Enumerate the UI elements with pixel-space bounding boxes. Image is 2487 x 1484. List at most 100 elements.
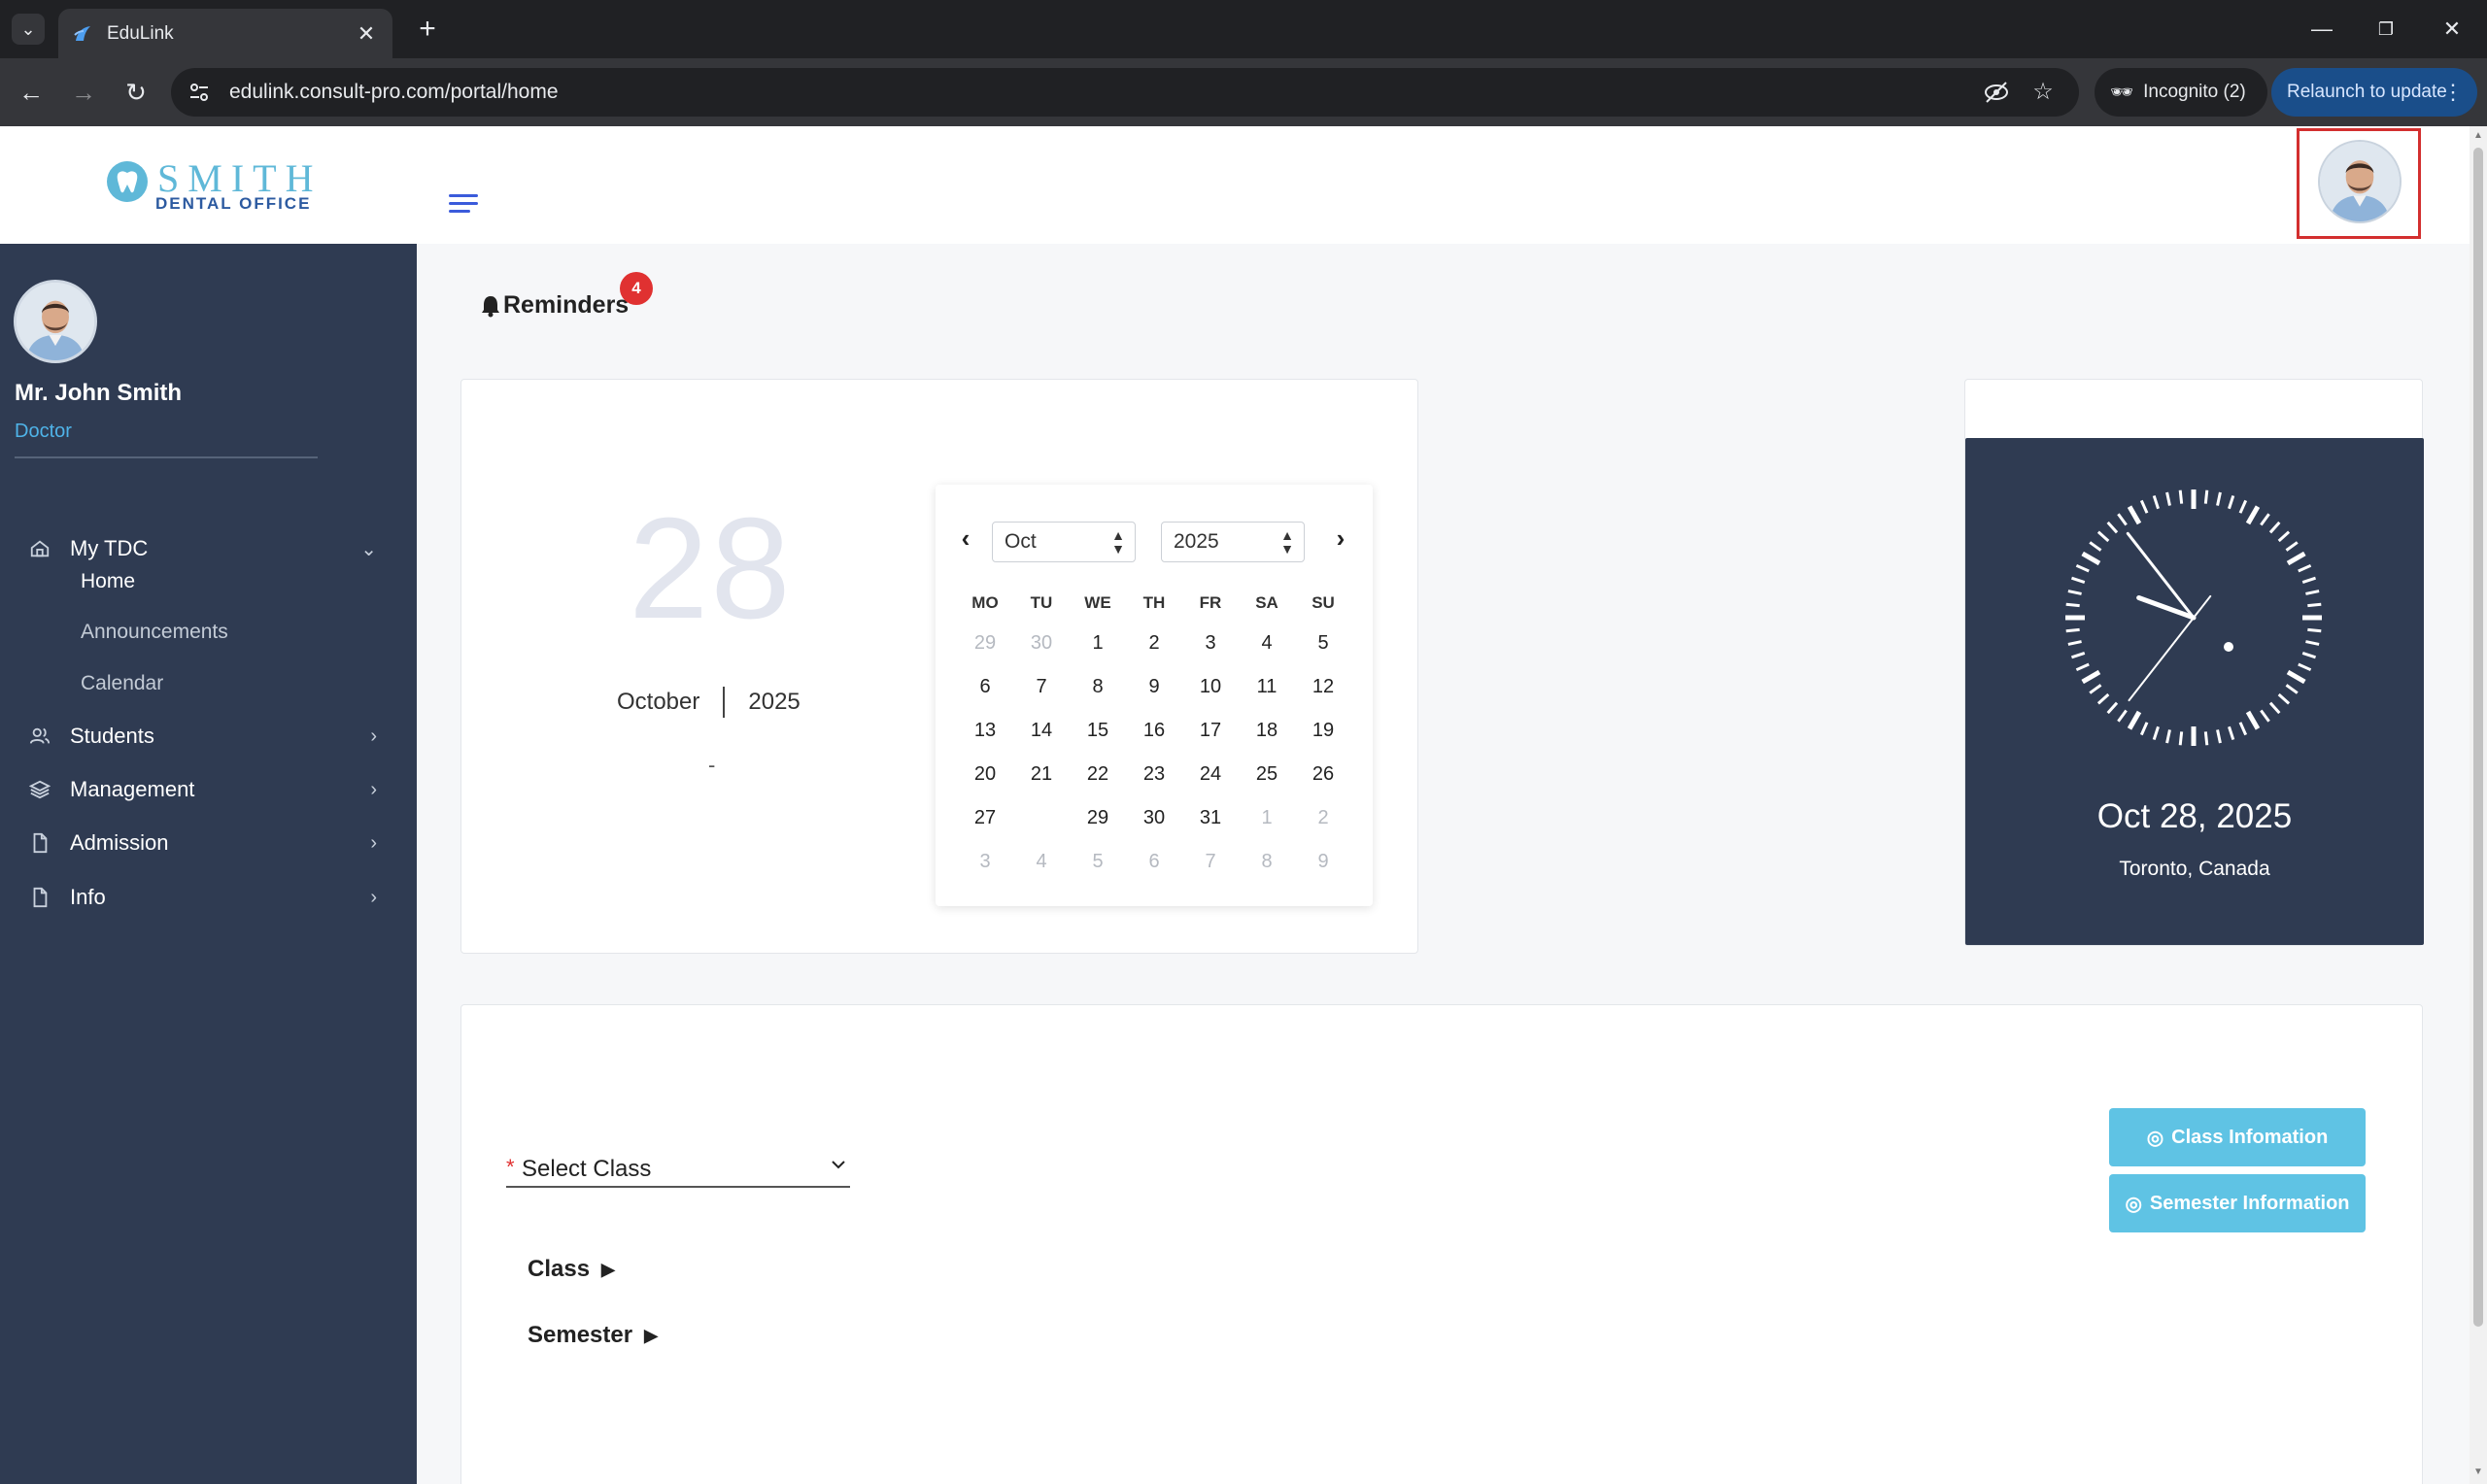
semester-information-button[interactable]: ◎ Semester Information — [2109, 1174, 2366, 1232]
calendar-day[interactable]: 20 — [957, 763, 1013, 786]
header-avatar[interactable] — [2318, 140, 2402, 223]
calendar-day[interactable]: 19 — [1295, 720, 1351, 742]
calendar-day[interactable]: 22 — [1070, 763, 1126, 786]
month-select[interactable]: Oct ▲ ▼ — [992, 522, 1136, 562]
clock-tick — [2117, 709, 2128, 723]
sidebar-item-management[interactable]: Management › — [27, 770, 387, 809]
calendar-day[interactable]: 9 — [1126, 676, 1182, 698]
calendar-day[interactable]: 23 — [1126, 763, 1182, 786]
select-class-dropdown[interactable]: * Select Class — [506, 1151, 850, 1188]
calendar-day[interactable]: 30 — [1126, 807, 1182, 829]
calendar-day[interactable]: 7 — [1182, 851, 1239, 873]
calendar-day[interactable]: 27 — [957, 807, 1013, 829]
calendar-day[interactable]: 1 — [1070, 632, 1126, 655]
profile-avatar-highlight[interactable] — [2297, 128, 2421, 239]
calendar-day[interactable]: 3 — [1182, 632, 1239, 655]
calendar-day[interactable]: 26 — [1295, 763, 1351, 786]
clock-tick — [2285, 541, 2299, 552]
calendar-day[interactable]: 31 — [1182, 807, 1239, 829]
next-month-icon[interactable]: › — [1326, 523, 1355, 554]
incognito-indicator[interactable]: 🕶 Incognito (2) — [2095, 68, 2267, 117]
restore-icon[interactable]: ❐ — [2367, 10, 2405, 49]
clock-tick — [2216, 491, 2222, 506]
semester-expander[interactable]: Semester ▶ — [528, 1322, 658, 1349]
calendar-day[interactable]: 2 — [1126, 632, 1182, 655]
relaunch-button[interactable]: Relaunch to update ⋮ — [2271, 68, 2477, 117]
reminders-link[interactable]: Reminders 4 — [480, 272, 653, 320]
calendar-day[interactable]: 16 — [1126, 720, 1182, 742]
calendar-day[interactable]: 1 — [1239, 807, 1295, 829]
browser-tab[interactable]: EduLink ✕ — [58, 9, 392, 58]
browser-toolbar: ← → ↻ edulink.consult-pro.com/portal/hom… — [0, 58, 2487, 126]
smith-dental-logo[interactable]: SMITH DENTAL OFFICE — [105, 155, 319, 214]
year-select[interactable]: 2025 ▲ ▼ — [1161, 522, 1305, 562]
calendar-day[interactable]: 7 — [1013, 676, 1070, 698]
sidebar-subitem-calendar[interactable]: Calendar — [81, 672, 163, 695]
sidebar-item-label: Info — [70, 885, 106, 909]
calendar-day[interactable]: 8 — [1239, 851, 1295, 873]
sidebar-subitem-home[interactable]: Home — [81, 570, 135, 593]
class-information-button[interactable]: ◎ Class Infomation — [2109, 1108, 2366, 1166]
address-bar[interactable]: edulink.consult-pro.com/portal/home ☆ — [171, 68, 2079, 117]
chevron-right-icon: › — [370, 778, 377, 800]
clock-tick — [2075, 662, 2090, 672]
sidebar-item-students[interactable]: Students › — [27, 717, 387, 756]
minimize-icon[interactable]: — — [2302, 10, 2341, 49]
calendar-day[interactable]: 12 — [1295, 676, 1351, 698]
calendar-day[interactable]: 6 — [957, 676, 1013, 698]
scroll-down-icon[interactable]: ▼ — [2472, 1467, 2484, 1477]
eye-off-icon[interactable] — [1982, 78, 2011, 107]
clock-tick — [2075, 563, 2090, 573]
sidebar-item-info[interactable]: Info › — [27, 878, 387, 917]
calendar-day[interactable]: 10 — [1182, 676, 1239, 698]
sidebar-subitem-announcements[interactable]: Announcements — [81, 621, 228, 644]
back-icon[interactable]: ← — [14, 75, 49, 110]
calendar-day[interactable]: 29 — [957, 632, 1013, 655]
calendar-day[interactable]: 21 — [1013, 763, 1070, 786]
calendar-day[interactable]: 29 — [1070, 807, 1126, 829]
prev-month-icon[interactable]: ‹ — [951, 523, 980, 554]
calendar-day[interactable]: 30 — [1013, 632, 1070, 655]
calendar-day[interactable]: 14 — [1013, 720, 1070, 742]
new-tab-button[interactable]: + — [410, 12, 445, 47]
class-expander[interactable]: Class ▶ — [528, 1256, 615, 1283]
month-year-separator — [723, 687, 726, 718]
calendar-day[interactable]: 11 — [1239, 676, 1295, 698]
forward-icon[interactable]: → — [66, 75, 101, 110]
calendar-day[interactable]: 4 — [1239, 632, 1295, 655]
sidebar-item-admission[interactable]: Admission › — [27, 824, 387, 862]
bookmark-star-icon[interactable]: ☆ — [2028, 78, 2058, 107]
tab-close-icon[interactable]: ✕ — [354, 21, 379, 47]
calendar-day[interactable]: 2 — [1295, 807, 1351, 829]
reload-icon[interactable]: ↻ — [119, 75, 153, 110]
calendar-day[interactable]: 5 — [1295, 632, 1351, 655]
calendar-day[interactable]: 24 — [1182, 763, 1239, 786]
clock-tick — [2228, 494, 2235, 510]
calendar-day[interactable]: 9 — [1295, 851, 1351, 873]
calendar-day[interactable]: 13 — [957, 720, 1013, 742]
calendar-day[interactable]: 18 — [1239, 720, 1295, 742]
clock-tick — [2089, 684, 2102, 694]
sidebar-item-my-tdc[interactable]: My TDC ⌄ — [27, 529, 387, 568]
tooth-logo-icon — [107, 161, 148, 202]
clock-tick — [2245, 710, 2261, 730]
page-scrollbar[interactable]: ▲ ▼ — [2470, 126, 2487, 1484]
tab-list-button[interactable]: ⌄ — [12, 14, 45, 45]
more-menu-icon[interactable]: ⋮ — [2442, 80, 2464, 105]
calendar-day[interactable]: 5 — [1070, 851, 1126, 873]
calendar-day[interactable]: 3 — [957, 851, 1013, 873]
scroll-up-icon[interactable]: ▲ — [2472, 130, 2484, 141]
calendar-day[interactable]: 17 — [1182, 720, 1239, 742]
scroll-thumb[interactable] — [2473, 148, 2483, 1327]
calendar-day[interactable]: 4 — [1013, 851, 1070, 873]
site-settings-icon[interactable] — [187, 80, 212, 105]
calendar-day[interactable]: 25 — [1239, 763, 1295, 786]
calendar-day[interactable]: 15 — [1070, 720, 1126, 742]
weekday-header: MO — [971, 593, 999, 612]
menu-toggle-icon[interactable] — [449, 194, 482, 218]
clock-tick — [2305, 590, 2320, 595]
clock-tick — [2165, 729, 2171, 744]
calendar-day[interactable]: 8 — [1070, 676, 1126, 698]
calendar-day[interactable]: 6 — [1126, 851, 1182, 873]
close-window-icon[interactable]: ✕ — [2433, 10, 2471, 49]
